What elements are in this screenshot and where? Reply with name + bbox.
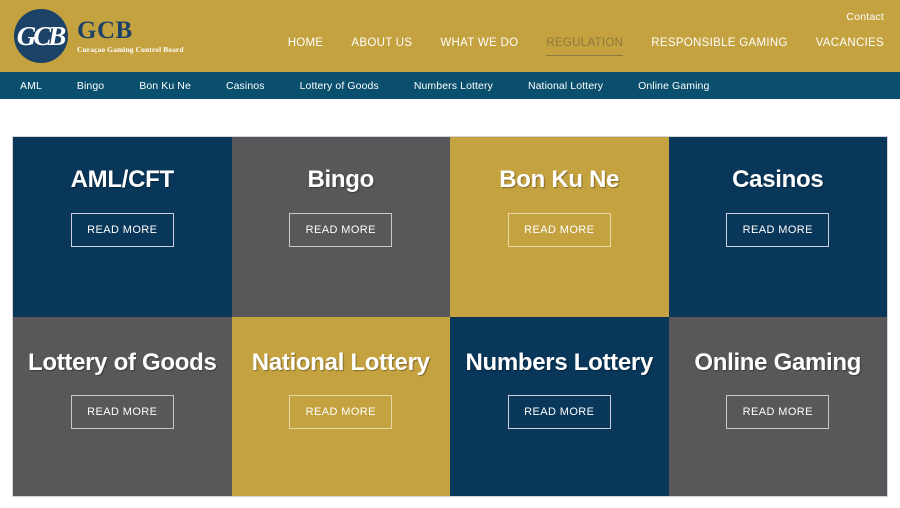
read-more-button[interactable]: READ MORE	[70, 395, 174, 430]
tile-national-lottery[interactable]: National Lottery READ MORE	[231, 316, 450, 496]
nav-item-home[interactable]: HOME	[288, 37, 324, 56]
tile-numbers-lottery[interactable]: Numbers Lottery READ MORE	[450, 316, 669, 496]
subnav-item-numbers-lottery[interactable]: Numbers Lottery	[414, 80, 493, 92]
subnav-item-bon-ku-ne[interactable]: Bon Ku Ne	[139, 80, 191, 92]
tile-title: Online Gaming	[694, 348, 862, 376]
read-more-button[interactable]: READ MORE	[726, 395, 830, 430]
tile-title: Bingo	[307, 166, 375, 193]
tile-title: Bon Ku Ne	[499, 166, 620, 193]
tile-casinos[interactable]: Casinos READ MORE	[668, 137, 887, 317]
read-more-button[interactable]: READ MORE	[289, 212, 393, 247]
tile-title: Casinos	[732, 166, 824, 193]
site-header: GCB GCB Curaçao Gaming Control Board Con…	[0, 0, 900, 72]
read-more-button[interactable]: READ MORE	[507, 212, 611, 247]
nav-item-about-us[interactable]: ABOUT US	[351, 37, 412, 56]
nav-item-responsible-gaming[interactable]: RESPONSIBLE GAMING	[651, 37, 787, 56]
tile-aml-cft[interactable]: AML/CFT READ MORE	[13, 137, 232, 317]
brand-text: GCB Curaçao Gaming Control Board	[77, 18, 184, 54]
subnav-item-lottery-of-goods[interactable]: Lottery of Goods	[300, 80, 379, 92]
nav-item-regulation[interactable]: REGULATION	[546, 37, 624, 56]
read-more-button[interactable]: READ MORE	[70, 212, 174, 247]
subnav-item-casinos[interactable]: Casinos	[226, 80, 265, 92]
tile-title: National Lottery	[251, 348, 430, 376]
subnav-item-bingo[interactable]: Bingo	[77, 80, 104, 92]
contact-link[interactable]: Contact	[846, 11, 884, 23]
logo-monogram: GCB	[16, 20, 67, 51]
read-more-button[interactable]: READ MORE	[726, 212, 830, 247]
gcb-emblem-icon: GCB	[14, 9, 68, 63]
tile-title: Numbers Lottery	[465, 348, 654, 376]
subnav-item-online-gaming[interactable]: Online Gaming	[638, 80, 709, 92]
tile-bingo[interactable]: Bingo READ MORE	[231, 137, 450, 317]
read-more-button[interactable]: READ MORE	[507, 395, 611, 430]
category-grid: AML/CFT READ MORE Bingo READ MORE Bon Ku…	[12, 136, 888, 497]
read-more-button[interactable]: READ MORE	[289, 395, 393, 430]
subnav-item-aml[interactable]: AML	[20, 80, 42, 92]
tile-title: AML/CFT	[70, 166, 175, 193]
tile-lottery-of-goods[interactable]: Lottery of Goods READ MORE	[13, 316, 232, 496]
nav-item-vacancies[interactable]: VACANCIES	[816, 37, 884, 56]
tile-title: Lottery of Goods	[27, 348, 217, 376]
category-grid-section: AML/CFT READ MORE Bingo READ MORE Bon Ku…	[0, 99, 900, 508]
brand-title: GCB	[77, 17, 133, 45]
tile-bon-ku-ne[interactable]: Bon Ku Ne READ MORE	[450, 137, 669, 317]
secondary-navigation: AML Bingo Bon Ku Ne Casinos Lottery of G…	[0, 72, 900, 99]
subnav-item-national-lottery[interactable]: National Lottery	[528, 80, 603, 92]
site-logo[interactable]: GCB GCB Curaçao Gaming Control Board	[14, 9, 184, 63]
nav-item-what-we-do[interactable]: WHAT WE DO	[440, 37, 518, 56]
tile-online-gaming[interactable]: Online Gaming READ MORE	[668, 316, 887, 496]
main-navigation: HOME ABOUT US WHAT WE DO REGULATION RESP…	[288, 37, 884, 56]
brand-subtitle: Curaçao Gaming Control Board	[77, 45, 184, 55]
